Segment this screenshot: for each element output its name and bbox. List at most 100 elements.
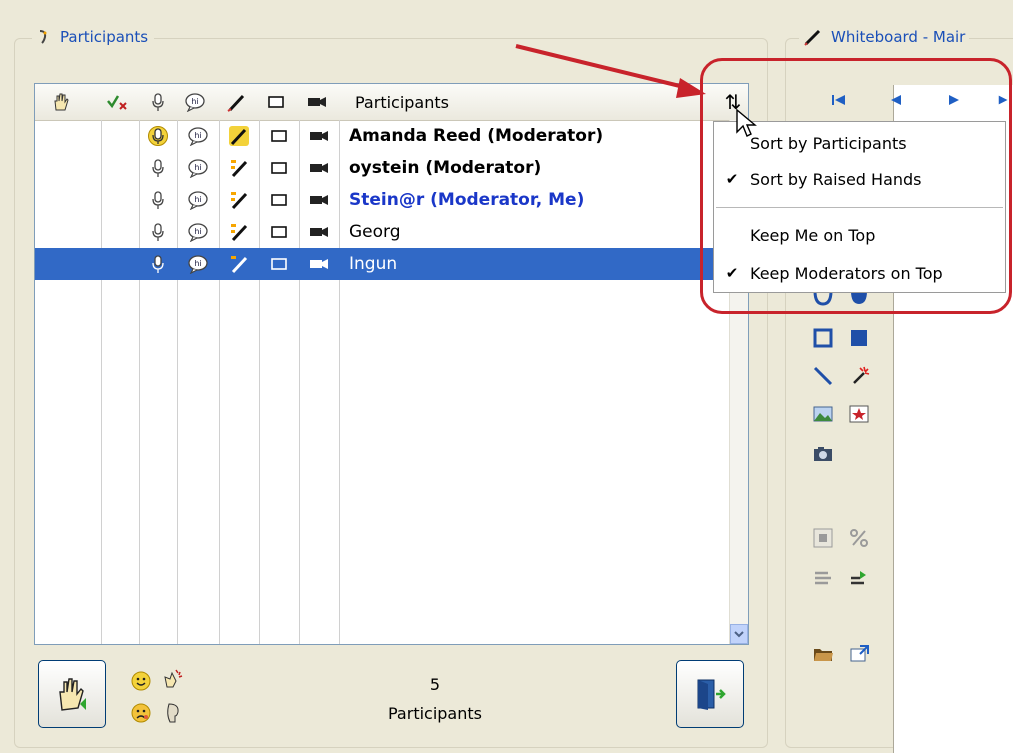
camera-cell[interactable]: [299, 120, 339, 152]
applause-button[interactable]: [160, 666, 186, 692]
zoom-fit-tool[interactable]: [811, 526, 835, 550]
star-frame-icon: [849, 405, 869, 423]
pencil-icon: [227, 94, 245, 112]
video-window-cell[interactable]: [259, 184, 299, 216]
pencil-active-icon: [229, 126, 249, 146]
talk-cell[interactable]: [143, 120, 173, 152]
participants-column-header[interactable]: Participants: [341, 84, 715, 120]
svg-text:hi: hi: [194, 131, 201, 140]
undo-tool[interactable]: [811, 566, 835, 590]
participant-row[interactable]: hi Georg: [35, 216, 715, 248]
rectangle-icon: [813, 328, 833, 348]
whiteboard-cell[interactable]: [219, 248, 259, 280]
list-header: hi Participants ⇅: [35, 84, 748, 121]
open-folder-tool[interactable]: [811, 642, 835, 666]
whiteboard-cell[interactable]: [219, 184, 259, 216]
applause-icon: [164, 669, 183, 688]
chat-cell[interactable]: hi: [177, 184, 219, 216]
insert-shape-tool[interactable]: [847, 402, 871, 426]
camera-column[interactable]: [299, 84, 335, 120]
camera-cell[interactable]: [299, 184, 339, 216]
svg-text:hi: hi: [191, 97, 198, 106]
filled-rectangle-tool[interactable]: [847, 326, 871, 350]
export-tool[interactable]: [847, 642, 871, 666]
video-window-cell[interactable]: [259, 248, 299, 280]
participants-icon: [39, 30, 47, 44]
camera-cell[interactable]: [299, 248, 339, 280]
video-window-icon: [271, 226, 287, 238]
participant-row[interactable]: hi oystein (Moderator): [35, 152, 715, 184]
camera-cell[interactable]: [299, 216, 339, 248]
camera-snapshot-icon: [814, 447, 832, 461]
pencil-icon: [231, 160, 248, 178]
talk-cell[interactable]: [143, 248, 173, 280]
chat-column[interactable]: hi: [177, 84, 213, 120]
video-window-icon: [271, 162, 287, 174]
zoom-fit-icon: [813, 528, 833, 548]
talk-cell[interactable]: [143, 152, 173, 184]
video-window-icon: [271, 258, 287, 270]
insert-image-tool[interactable]: [811, 402, 835, 426]
video-window-cell[interactable]: [259, 152, 299, 184]
chat-cell[interactable]: hi: [177, 152, 219, 184]
raise-hand-icon: [59, 678, 86, 711]
line-tool[interactable]: [811, 364, 835, 388]
camera-cell[interactable]: [299, 152, 339, 184]
participant-row-selected[interactable]: hi Ingun: [35, 248, 715, 280]
participant-name[interactable]: Ingun: [339, 248, 397, 280]
chat-cell[interactable]: hi: [177, 120, 219, 152]
microphone-icon: [152, 223, 164, 241]
whiteboard-cell[interactable]: [219, 216, 259, 248]
microphone-active-icon: [148, 126, 168, 146]
video-window-column[interactable]: [259, 84, 293, 120]
participant-count-label: Participants: [388, 704, 482, 723]
participant-count: 5: [429, 675, 441, 694]
scroll-down-button[interactable]: [730, 624, 748, 644]
participants-title: Participants: [32, 25, 155, 49]
chat-cell[interactable]: hi: [177, 248, 219, 280]
video-window-cell[interactable]: [259, 216, 299, 248]
chat-icon: hi: [188, 127, 208, 146]
svg-text:hi: hi: [194, 227, 201, 236]
talk-column[interactable]: [143, 84, 173, 120]
screenshot-tool[interactable]: [811, 442, 835, 466]
participant-row[interactable]: hi Stein@r (Moderator, Me): [35, 184, 715, 216]
raise-hand-button[interactable]: [38, 660, 106, 728]
approve-column[interactable]: [103, 84, 131, 120]
camera-icon: [310, 227, 328, 237]
svg-text:hi: hi: [194, 163, 201, 172]
percent-zoom-tool[interactable]: [847, 526, 871, 550]
redo-tool[interactable]: [847, 566, 871, 590]
magic-wand-tool[interactable]: [847, 364, 871, 388]
chat-cell[interactable]: hi: [177, 216, 219, 248]
rectangle-tool[interactable]: [811, 326, 835, 350]
sad-icon: [131, 703, 151, 723]
video-window-icon: [268, 96, 284, 108]
whiteboard-column[interactable]: [219, 84, 255, 120]
participant-row[interactable]: hi Amanda Reed (Moderator): [35, 120, 715, 152]
camera-icon: [310, 259, 328, 269]
raise-hand-column[interactable]: [45, 84, 77, 120]
image-icon: [813, 406, 833, 422]
participant-name[interactable]: Georg: [339, 216, 401, 248]
participant-name[interactable]: oystein (Moderator): [339, 152, 541, 184]
participant-name[interactable]: Amanda Reed (Moderator): [339, 120, 603, 152]
participants-list[interactable]: hi Participants ⇅ hi Amanda Reed (Modera…: [34, 83, 749, 645]
exit-icon: [697, 679, 726, 710]
chat-icon: hi: [188, 159, 208, 178]
talk-cell[interactable]: [143, 184, 173, 216]
exit-meeting-button[interactable]: [676, 660, 744, 728]
speak-icon: [167, 703, 179, 723]
whiteboard-cell[interactable]: [219, 152, 259, 184]
video-window-cell[interactable]: [259, 120, 299, 152]
sad-button[interactable]: [128, 700, 154, 726]
participant-name[interactable]: Stein@r (Moderator, Me): [339, 184, 584, 216]
camera-icon: [310, 131, 328, 141]
smile-button[interactable]: [128, 668, 154, 694]
speak-button[interactable]: [160, 700, 186, 726]
mouse-cursor-icon: [736, 108, 757, 137]
whiteboard-title: Whiteboard - Mair: [799, 25, 970, 49]
pencil-icon: [231, 256, 248, 274]
talk-cell[interactable]: [143, 216, 173, 248]
whiteboard-cell[interactable]: [219, 120, 259, 152]
